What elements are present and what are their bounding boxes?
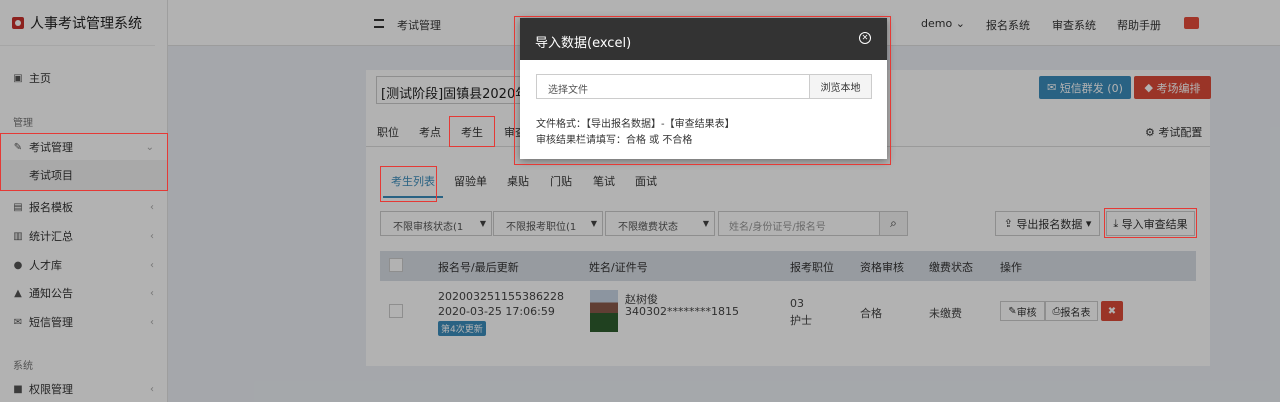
import-modal: 导入数据(excel) ✕ 选择文件 浏览本地 文件格式：【导出报名数据】-【审查… <box>520 18 887 159</box>
format-note: 文件格式：【导出报名数据】-【审查结果表】 <box>536 119 735 130</box>
browse-button[interactable]: 浏览本地 <box>809 74 872 99</box>
file-input[interactable]: 选择文件 <box>536 74 810 99</box>
modal-header: 导入数据(excel) ✕ <box>520 18 887 60</box>
close-icon[interactable]: ✕ <box>859 32 871 44</box>
modal-title: 导入数据(excel) <box>535 36 632 51</box>
audit-note: 审核结果栏请填写：合格 或 不合格 <box>536 135 693 146</box>
